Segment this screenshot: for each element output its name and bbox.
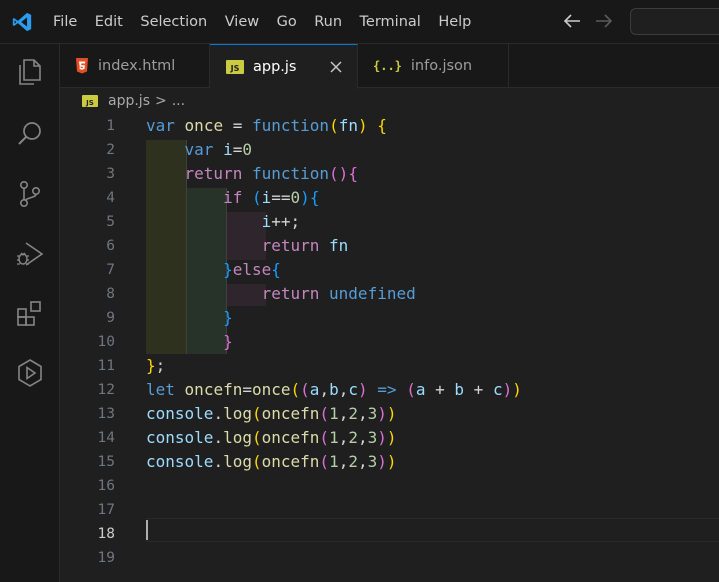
breadcrumb: JS app.js > ... — [60, 88, 719, 114]
text-cursor — [146, 520, 148, 540]
code-line[interactable]: let oncefn=once((a,b,c) => (a + b + c)) — [146, 378, 522, 402]
code-editor[interactable]: 1 2 3 4 5 6 7 8 9 10 11 12 13 14 15 16 1… — [60, 114, 719, 582]
code-line[interactable]: } — [146, 330, 233, 354]
tab-app-js[interactable]: JS app.js — [210, 44, 358, 89]
arrow-left-icon[interactable] — [561, 10, 583, 32]
current-line-highlight — [146, 518, 719, 542]
line-number: 8 — [106, 286, 115, 302]
close-icon[interactable] — [329, 60, 343, 74]
menu-help[interactable]: Help — [438, 14, 471, 30]
tab-label: app.js — [253, 59, 297, 75]
line-number: 4 — [106, 190, 115, 206]
code-line[interactable]: console.log(oncefn(1,2,3)) — [146, 450, 397, 474]
line-number: 13 — [97, 406, 115, 422]
menu-run[interactable]: Run — [314, 14, 342, 30]
code-line[interactable]: var once = function(fn) { — [146, 114, 387, 138]
menu-view[interactable]: View — [225, 14, 259, 30]
code-line[interactable]: if (i==0){ — [146, 186, 319, 210]
menu-selection[interactable]: Selection — [140, 14, 207, 30]
code-line[interactable]: }; — [146, 354, 165, 378]
tab-label: index.html — [98, 58, 176, 74]
extensions-icon[interactable] — [14, 298, 46, 330]
tab-index-html[interactable]: index.html — [60, 44, 210, 88]
source-control-icon[interactable] — [14, 178, 46, 210]
json-icon: {..} — [373, 59, 402, 73]
arrow-right-icon[interactable] — [593, 10, 615, 32]
line-number: 1 — [106, 118, 115, 134]
line-number: 12 — [97, 382, 115, 398]
editor-tabs: index.html JS app.js {..} info.json — [60, 44, 719, 89]
line-number: 6 — [106, 238, 115, 254]
code-line[interactable]: return fn — [146, 234, 349, 258]
line-number: 9 — [106, 310, 115, 326]
run-debug-icon[interactable] — [14, 238, 46, 270]
code-line[interactable]: return undefined — [146, 282, 416, 306]
explorer-files-icon[interactable] — [14, 56, 46, 88]
code-line[interactable]: i++; — [146, 210, 301, 234]
line-number: 18 — [97, 526, 115, 542]
js-icon: JS — [82, 95, 98, 107]
line-number: 19 — [97, 550, 115, 566]
remote-explorer-icon[interactable] — [14, 357, 46, 389]
line-number: 15 — [97, 454, 115, 470]
line-number: 14 — [97, 430, 115, 446]
code-line[interactable]: console.log(oncefn(1,2,3)) — [146, 402, 397, 426]
activity-bar — [0, 44, 60, 582]
line-number: 16 — [97, 478, 115, 494]
line-number: 2 — [106, 142, 115, 158]
code-line[interactable]: return function(){ — [146, 162, 358, 186]
code-line[interactable]: console.log(oncefn(1,2,3)) — [146, 426, 397, 450]
code-line[interactable]: }else{ — [146, 258, 281, 282]
menu-go[interactable]: Go — [277, 14, 297, 30]
tab-label: info.json — [410, 58, 473, 74]
title-bar: File Edit Selection View Go Run Terminal… — [0, 0, 719, 44]
line-number: 11 — [97, 358, 115, 374]
line-number: 3 — [106, 166, 115, 182]
code-line[interactable]: } — [146, 306, 233, 330]
vscode-logo-icon[interactable] — [10, 11, 34, 33]
menu-bar: File Edit Selection View Go Run Terminal… — [53, 0, 489, 44]
line-number: 10 — [97, 334, 115, 350]
tab-info-json[interactable]: {..} info.json — [358, 44, 509, 88]
line-number: 7 — [106, 262, 115, 278]
line-number: 17 — [97, 502, 115, 518]
search-icon[interactable] — [14, 118, 46, 150]
line-number: 5 — [106, 214, 115, 230]
menu-terminal[interactable]: Terminal — [360, 14, 421, 30]
code-line[interactable]: var i=0 — [146, 138, 252, 162]
command-center-search[interactable] — [630, 8, 719, 35]
js-icon: JS — [226, 60, 244, 74]
menu-edit[interactable]: Edit — [95, 14, 123, 30]
html5-icon — [76, 58, 88, 74]
breadcrumb-more[interactable]: ... — [172, 93, 185, 109]
breadcrumb-file[interactable]: app.js — [108, 93, 150, 109]
chevron-right-icon: > — [155, 93, 167, 109]
menu-file[interactable]: File — [53, 14, 77, 30]
